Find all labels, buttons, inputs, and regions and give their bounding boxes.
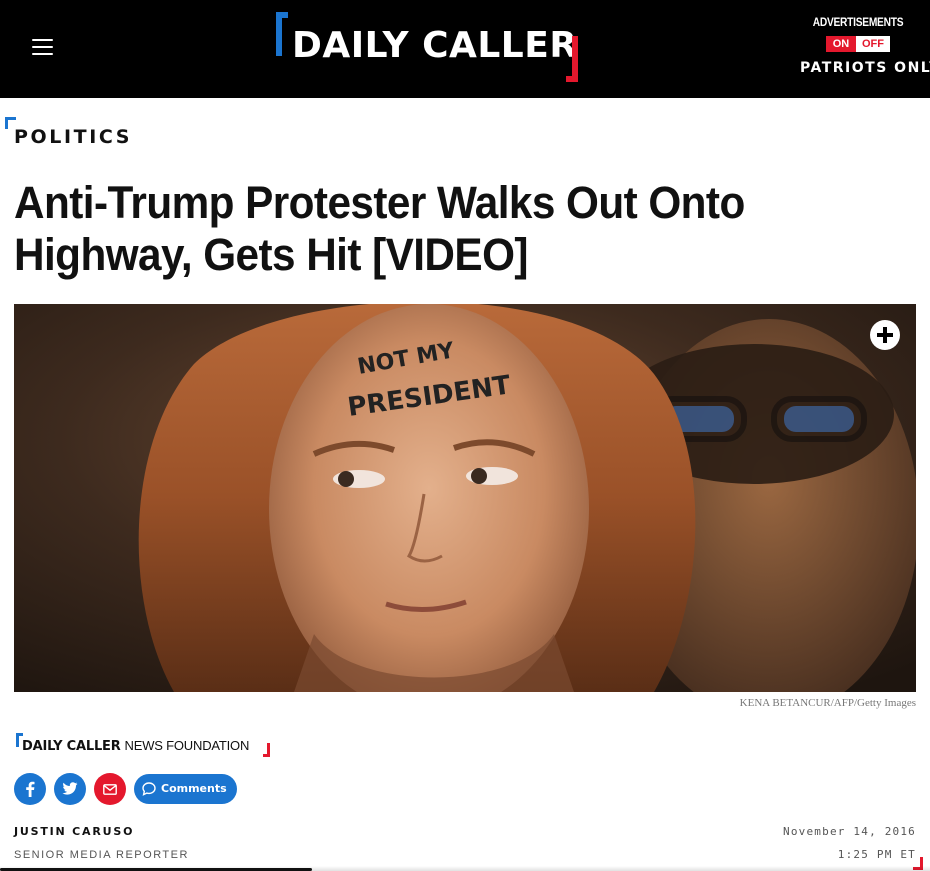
plus-icon[interactable]	[870, 320, 900, 350]
hero-photo: NOT MY PRESIDENT	[14, 304, 916, 692]
section-label[interactable]: POLITICS	[14, 124, 132, 150]
site-header: DAILY CALLER ADVERTISEMENTS ON OFF PATRI…	[0, 0, 930, 98]
dcnf-bold-text: DAILY CALLER	[22, 739, 121, 754]
ads-toggle-block: ADVERTISEMENTS ON OFF PATRIOTS ONLY	[800, 14, 930, 84]
logo-text: DAILY CALLER	[292, 25, 578, 66]
hamburger-icon-line	[32, 53, 53, 55]
ads-off-option[interactable]: OFF	[856, 36, 890, 52]
hamburger-icon-line	[32, 46, 53, 48]
ads-toggle[interactable]: ON OFF	[826, 36, 890, 52]
hero-image: NOT MY PRESIDENT	[14, 304, 916, 692]
author-title: SENIOR MEDIA REPORTER	[14, 849, 189, 861]
menu-button[interactable]	[32, 39, 53, 55]
share-row: Comments	[14, 773, 237, 805]
logo-bracket-right	[566, 36, 578, 82]
logo-bracket-left	[276, 12, 288, 56]
ads-label: ADVERTISEMENTS	[812, 15, 904, 29]
facebook-icon	[26, 781, 35, 797]
twitter-share-button[interactable]	[54, 773, 86, 805]
chat-bubble-icon	[142, 782, 156, 796]
email-share-button[interactable]	[94, 773, 126, 805]
ads-on-option[interactable]: ON	[826, 36, 856, 52]
author-name[interactable]: JUSTIN CARUSO	[14, 825, 134, 839]
patriots-only-link[interactable]: PATRIOTS ONLY	[800, 58, 930, 78]
facebook-share-button[interactable]	[14, 773, 46, 805]
dcnf-light-text: NEWS FOUNDATION	[124, 738, 250, 753]
twitter-icon	[62, 782, 78, 795]
publish-time: 1:25 PM ET	[837, 848, 916, 861]
comments-button[interactable]: Comments	[134, 774, 237, 804]
site-logo[interactable]: DAILY CALLER	[276, 12, 578, 82]
dcnf-bracket-right	[263, 743, 270, 757]
publish-date: November 14, 2016	[783, 825, 916, 838]
article-headline: Anti-Trump Protester Walks Out Onto High…	[14, 177, 745, 280]
dcnf-text: DAILY CALLER NEWS FOUNDATION	[22, 738, 249, 755]
comments-label: Comments	[161, 782, 227, 795]
image-credit: KENA BETANCUR/AFP/Getty Images	[739, 697, 916, 709]
hamburger-icon-line	[32, 39, 53, 41]
news-foundation-logo[interactable]: DAILY CALLER NEWS FOUNDATION	[16, 733, 270, 757]
email-icon	[103, 783, 117, 795]
